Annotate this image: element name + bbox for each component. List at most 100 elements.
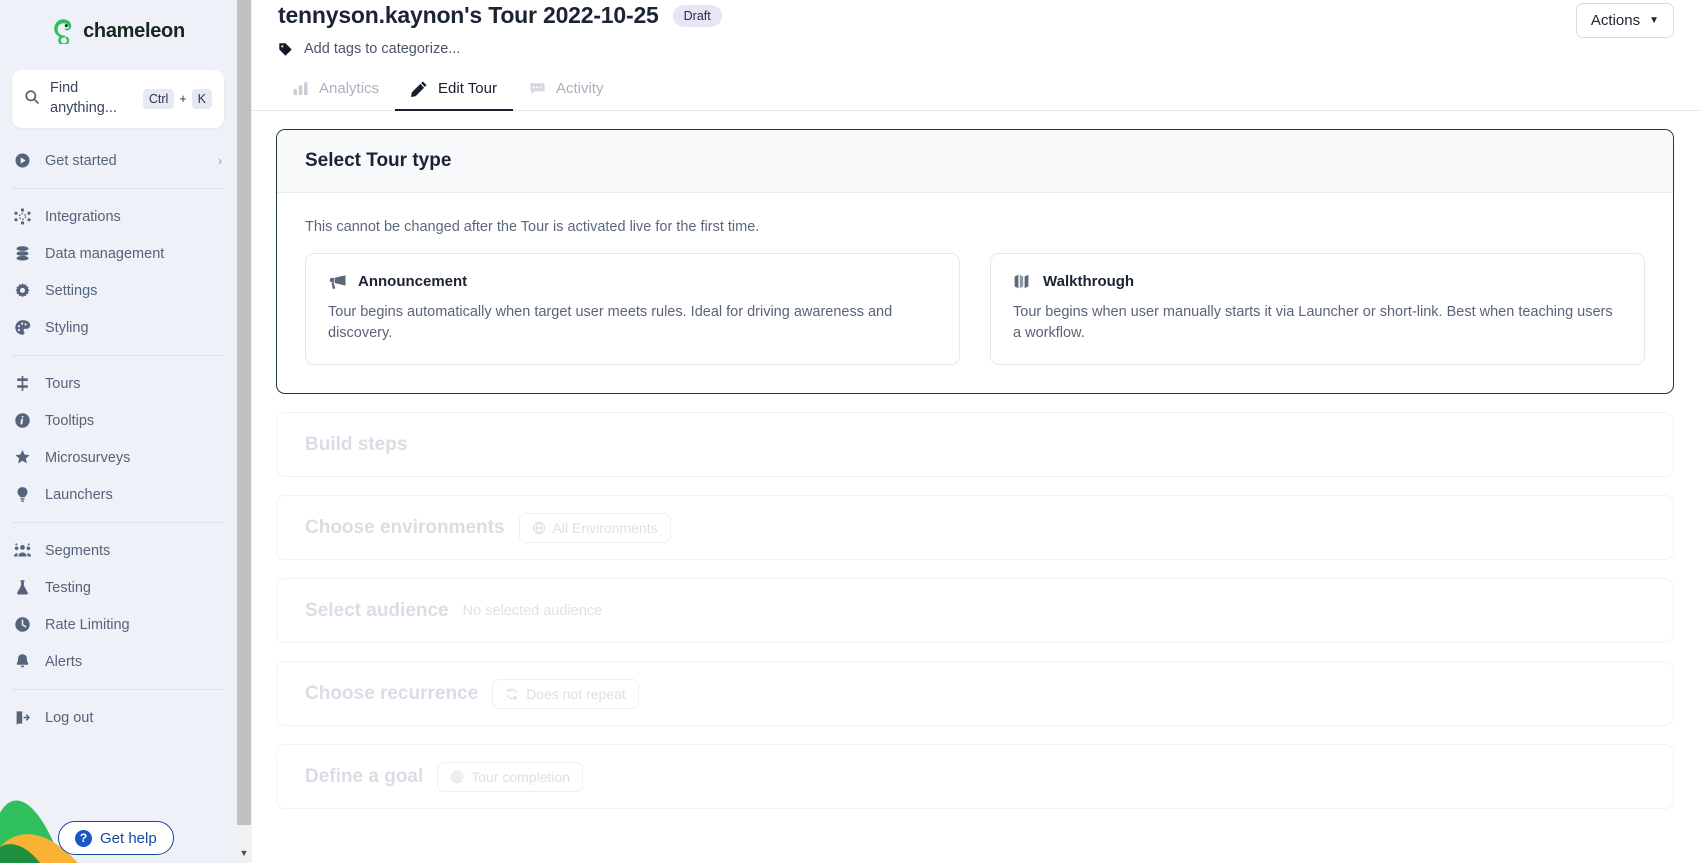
add-tags-control[interactable]: Add tags to categorize... <box>252 41 1700 57</box>
section-title: Define a goal <box>305 765 424 787</box>
sidebar-item-label: Log out <box>45 709 94 726</box>
chip-label: All Environments <box>552 519 658 536</box>
section-build-steps[interactable]: Build steps <box>276 412 1674 478</box>
main-content: tennyson.kaynon's Tour 2022-10-25 Draft … <box>252 0 1700 863</box>
brand-name: chameleon <box>83 19 185 42</box>
search-icon <box>24 89 40 110</box>
database-icon <box>14 245 31 262</box>
actions-button[interactable]: Actions ▼ <box>1575 3 1674 38</box>
sidebar-item-label: Testing <box>45 579 91 596</box>
section-title: Choose recurrence <box>305 682 479 704</box>
megaphone-icon <box>328 272 347 291</box>
divider <box>12 522 224 523</box>
sidebar-item-rate-limiting[interactable]: Rate Limiting <box>0 606 236 643</box>
people-icon <box>14 542 31 559</box>
globe-icon <box>532 521 546 535</box>
sidebar-item-get-started[interactable]: Get started › <box>0 142 236 179</box>
tours-icon <box>14 375 31 392</box>
section-define-a-goal[interactable]: Define a goal Tour completion <box>276 744 1674 810</box>
card-description: This cannot be changed after the Tour is… <box>305 219 760 235</box>
sidebar-item-label: Styling <box>45 319 89 336</box>
get-help-button[interactable]: ? Get help <box>58 821 174 855</box>
add-tags-placeholder: Add tags to categorize... <box>304 41 461 57</box>
recurrence-chip[interactable]: Does not repeat <box>492 678 639 709</box>
tag-icon <box>278 42 293 57</box>
sidebar-item-label: Tooltips <box>45 412 95 429</box>
divider <box>12 188 224 189</box>
brand-logo[interactable]: chameleon <box>0 0 236 62</box>
pencil-icon <box>411 80 428 97</box>
walkthrough-icon <box>1013 272 1032 291</box>
card-title: Select Tour type <box>305 150 452 171</box>
divider <box>12 355 224 356</box>
status-badge: Draft <box>672 4 722 27</box>
sidebar-item-label: Get started <box>45 152 117 169</box>
lightbulb-icon <box>14 486 31 503</box>
question-mark-icon: ? <box>75 829 92 847</box>
option-description: Tour begins when user manually starts it… <box>1013 304 1613 342</box>
star-icon <box>14 449 31 466</box>
environments-chip[interactable]: All Environments <box>518 512 671 543</box>
sidebar-item-launchers[interactable]: Launchers <box>0 476 236 513</box>
sidebar-item-log-out[interactable]: Log out <box>0 699 236 736</box>
app-root: chameleon Find anything... Ctrl + K Get … <box>0 0 1700 863</box>
section-choose-recurrence[interactable]: Choose recurrence Does not repeat <box>276 661 1674 727</box>
chameleon-logo-icon <box>51 18 75 46</box>
sidebar-item-label: Segments <box>45 542 111 559</box>
palette-icon <box>14 319 31 336</box>
tour-type-option-announcement[interactable]: Announcement Tour begins automatically w… <box>305 253 960 366</box>
clock-icon <box>14 616 31 633</box>
search-shortcut: Ctrl + K <box>142 89 212 109</box>
select-tour-type-card: Select Tour type This cannot be changed … <box>276 129 1674 395</box>
flask-icon <box>14 579 31 596</box>
sidebar-item-segments[interactable]: Segments <box>0 532 236 569</box>
tab-analytics[interactable]: Analytics <box>276 71 395 111</box>
sidebar-item-label: Microsurveys <box>45 449 131 466</box>
comment-icon <box>529 80 546 97</box>
sidebar-item-label: Settings <box>45 282 98 299</box>
option-description: Tour begins automatically when target us… <box>328 304 893 342</box>
search-input[interactable]: Find anything... Ctrl + K <box>12 70 224 128</box>
sidebar-item-label: Rate Limiting <box>45 616 130 633</box>
section-choose-environments[interactable]: Choose environments All Environments <box>276 495 1674 561</box>
tab-activity[interactable]: Activity <box>513 71 620 111</box>
option-title: Walkthrough <box>1043 273 1135 290</box>
tour-type-option-walkthrough[interactable]: Walkthrough Tour begins when user manual… <box>990 253 1645 366</box>
tab-bar: Analytics Edit Tour Activity <box>252 71 1700 111</box>
sidebar-item-microsurveys[interactable]: Microsurveys <box>0 439 236 476</box>
repeat-icon <box>505 687 519 701</box>
sidebar: chameleon Find anything... Ctrl + K Get … <box>0 0 236 863</box>
option-header: Announcement <box>328 272 937 291</box>
card-header: Select Tour type <box>277 130 1673 193</box>
sidebar-item-styling[interactable]: Styling <box>0 309 236 346</box>
get-help-label: Get help <box>100 829 157 847</box>
sidebar-item-label: Integrations <box>45 208 121 225</box>
sidebar-item-data-management[interactable]: Data management <box>0 235 236 272</box>
edit-tour-panel: Select Tour type This cannot be changed … <box>252 111 1700 810</box>
search-placeholder: Find anything... <box>50 80 117 116</box>
chip-label: Tour completion <box>471 768 571 785</box>
sidebar-item-tours[interactable]: Tours <box>0 365 236 402</box>
page-title: tennyson.kaynon's Tour 2022-10-25 <box>278 2 659 28</box>
sidebar-item-label: Launchers <box>45 486 113 503</box>
chip-label: Does not repeat <box>526 685 626 702</box>
sidebar-item-integrations[interactable]: Integrations <box>0 198 236 235</box>
scroll-down-arrow-icon[interactable]: ▼ <box>236 845 252 861</box>
option-title: Announcement <box>358 273 468 290</box>
sidebar-item-testing[interactable]: Testing <box>0 569 236 606</box>
section-select-audience[interactable]: Select audience No selected audience <box>276 578 1674 644</box>
tab-edit-tour[interactable]: Edit Tour <box>395 71 513 111</box>
sidebar-item-alerts[interactable]: Alerts <box>0 643 236 680</box>
bar-chart-icon <box>292 80 309 97</box>
tab-label: Activity <box>555 80 604 97</box>
kbd-ctrl: Ctrl <box>142 89 175 109</box>
sidebar-scrollbar[interactable]: ▼ <box>236 0 252 863</box>
actions-label: Actions <box>1590 12 1641 29</box>
section-title: Choose environments <box>305 516 505 538</box>
sidebar-item-settings[interactable]: Settings <box>0 272 236 309</box>
card-body: This cannot be changed after the Tour is… <box>277 193 1673 393</box>
sidebar-item-tooltips[interactable]: Tooltips <box>0 402 236 439</box>
goal-chip[interactable]: Tour completion <box>437 761 584 792</box>
sidebar-item-label: Tours <box>45 375 81 392</box>
scrollbar-thumb[interactable] <box>237 0 251 825</box>
